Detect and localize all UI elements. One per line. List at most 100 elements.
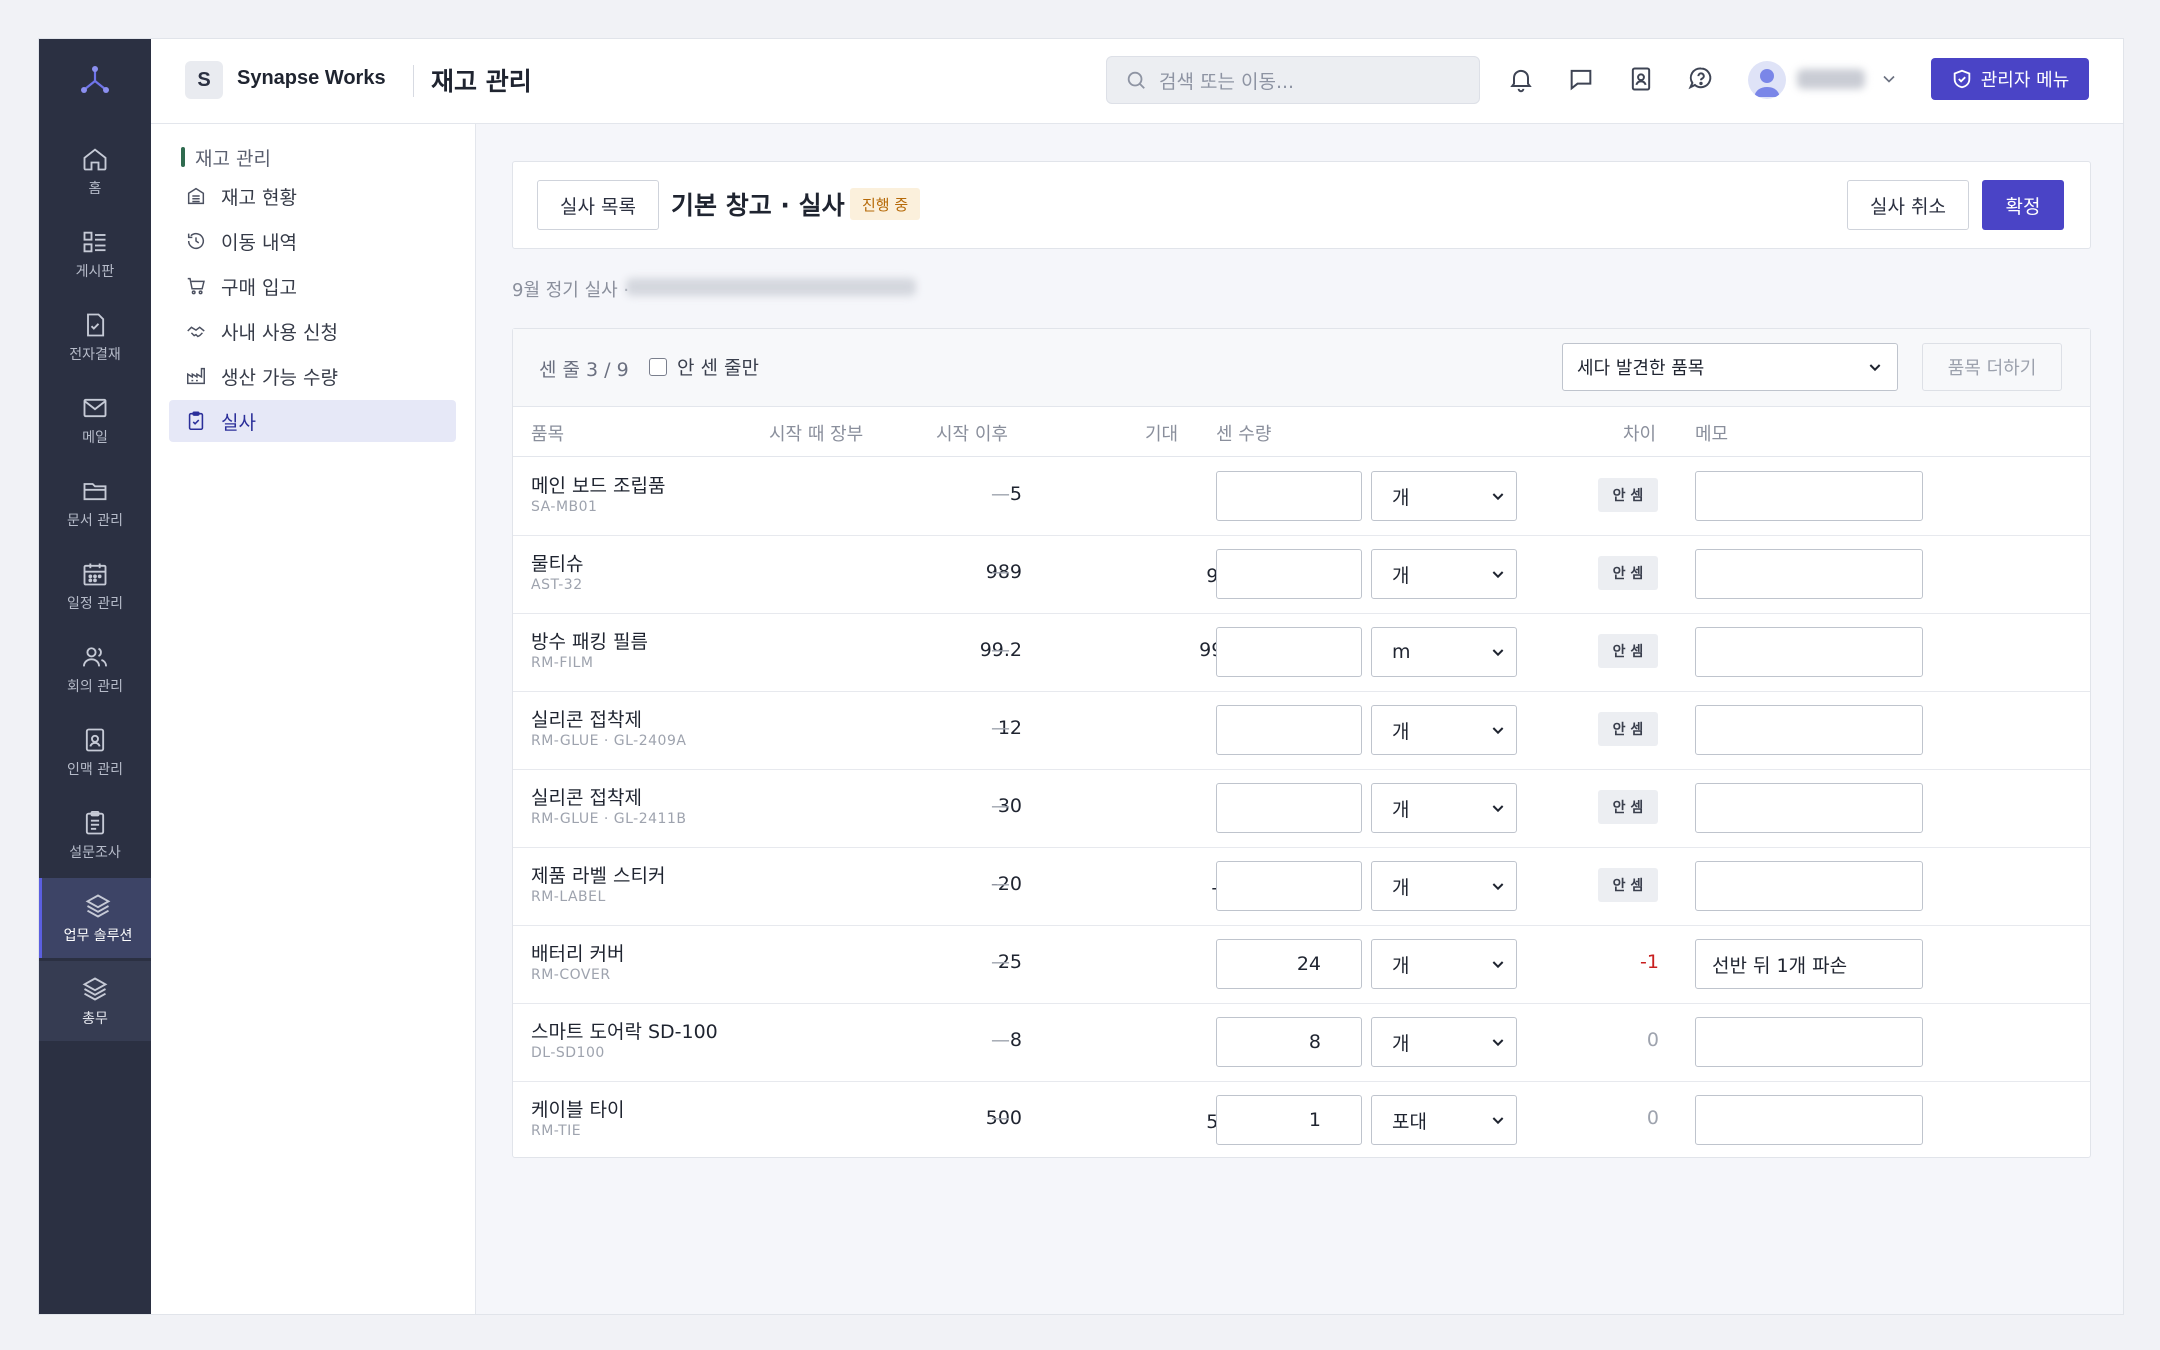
memo-input[interactable] [1695, 627, 1923, 677]
column-header-since-start: 시작 이후 [936, 424, 1008, 445]
sidebar-item-purchase-receipt[interactable]: 구매 입고 [169, 265, 456, 307]
sidebar-item-label: 구매 입고 [221, 276, 297, 299]
unit-select-value: m [1392, 641, 1411, 663]
cancel-audit-button[interactable]: 실사 취소 [1847, 180, 1969, 230]
add-item-button[interactable]: 품목 더하기 [1922, 343, 2062, 391]
unit-select[interactable]: 개 [1371, 705, 1517, 755]
avatar[interactable] [1748, 61, 1786, 99]
book-start-value: 5 [1009, 483, 1022, 505]
sidebar-item-internal-use-request[interactable]: 사내 사용 신청 [169, 310, 456, 352]
unit-select[interactable]: 개 [1371, 861, 1517, 911]
counted-quantity-input[interactable] [1216, 627, 1362, 677]
admin-menu-button[interactable]: 관리자 메뉴 [1931, 58, 2089, 100]
search-input[interactable]: 검색 또는 이동... [1106, 56, 1480, 104]
handshake-icon [187, 326, 205, 338]
app-window: 홈 게시판 전자결재 메일 문서 관리 일정 관리 회의 관리 인맥 관리 설문… [38, 38, 2124, 1315]
memo-input[interactable] [1695, 471, 1923, 521]
memo-input[interactable]: 선반 뒤 1개 파손 [1695, 939, 1923, 989]
unit-select[interactable]: 개 [1371, 783, 1517, 833]
unit-select[interactable]: 개 [1371, 471, 1517, 521]
since-start-value: — [991, 717, 1010, 739]
sidebar-item-stocktake[interactable]: 실사 [169, 400, 456, 442]
rail-item-board[interactable]: 게시판 [39, 214, 151, 294]
rail-item-home[interactable]: 홈 [39, 131, 151, 211]
counted-quantity-input[interactable] [1216, 783, 1362, 833]
item-name: 방수 패킹 필름 [531, 631, 648, 653]
workspace-badge[interactable]: S [185, 61, 223, 99]
unit-select[interactable]: 포대 [1371, 1095, 1517, 1145]
unit-select[interactable]: 개 [1371, 549, 1517, 599]
rail-item-general-affairs[interactable]: 총무 [39, 961, 151, 1041]
chevron-down-icon [1869, 364, 1881, 372]
rail-item-mail[interactable]: 메일 [39, 380, 151, 460]
chat-icon[interactable] [1567, 65, 1599, 97]
workspace-name[interactable]: Synapse Works [237, 67, 386, 90]
item-sku: RM-GLUE · GL-2411B [531, 811, 687, 827]
sidebar-item-movement-history[interactable]: 이동 내역 [169, 220, 456, 262]
counted-quantity-input[interactable] [1216, 471, 1362, 521]
memo-input[interactable] [1695, 705, 1923, 755]
memo-input[interactable] [1695, 783, 1923, 833]
chevron-down-icon [1492, 805, 1504, 813]
section-sidebar: 재고 관리 재고 현황 이동 내역 구매 입고 사내 사용 신청 생산 가능 수… [151, 124, 476, 1314]
audit-list-button[interactable]: 실사 목록 [537, 180, 659, 230]
chevron-down-icon [1492, 493, 1504, 501]
stock-icon [187, 187, 205, 205]
counted-quantity-input[interactable] [1216, 705, 1362, 755]
contact-card-icon[interactable] [1627, 65, 1659, 97]
uncounted-badge: 안 셈 [1598, 634, 1658, 668]
counted-quantity-input[interactable]: 1 [1216, 1095, 1362, 1145]
app-logo-icon[interactable] [75, 61, 115, 101]
memo-input[interactable] [1695, 549, 1923, 599]
counted-quantity-input[interactable]: 8 [1216, 1017, 1362, 1067]
sidebar-item-stock-status[interactable]: 재고 현황 [169, 175, 456, 217]
sidebar-item-producible-quantity[interactable]: 생산 가능 수량 [169, 355, 456, 397]
page-title: 재고 관리 [431, 67, 532, 96]
memo-input[interactable] [1695, 1017, 1923, 1067]
item-sku: DL-SD100 [531, 1045, 605, 1061]
survey-icon [85, 810, 105, 834]
rail-item-calendar[interactable]: 일정 관리 [39, 546, 151, 626]
layers-icon [82, 976, 108, 1001]
rail-item-label: 업무 솔루션 [63, 927, 133, 944]
counted-quantity-input[interactable] [1216, 549, 1362, 599]
rail-item-survey[interactable]: 설문조사 [39, 795, 151, 875]
diff-value: 0 [1646, 1029, 1659, 1051]
calendar-icon [83, 563, 107, 585]
rail-item-label: 게시판 [75, 263, 115, 280]
table-row: 케이블 타이RM-TIE500—500 개1포대0 [513, 1081, 2090, 1159]
counted-quantity-input[interactable] [1216, 861, 1362, 911]
chevron-down-icon[interactable] [1879, 69, 1899, 89]
counted-quantity-input[interactable]: 24 [1216, 939, 1362, 989]
admin-menu-label: 관리자 메뉴 [1980, 70, 2070, 91]
uncounted-only-toggle[interactable]: 안 센 줄만 [649, 353, 759, 380]
unit-select[interactable]: 개 [1371, 1017, 1517, 1067]
checkbox[interactable] [649, 357, 667, 376]
column-header-item: 품목 [531, 424, 565, 445]
audit-subtitle: 9월 정기 실사 · [512, 280, 630, 301]
unit-select-value: 개 [1392, 720, 1410, 743]
item-name: 제품 라벨 스티커 [531, 865, 666, 887]
people-icon [82, 646, 108, 666]
unit-select[interactable]: 개 [1371, 939, 1517, 989]
rail-item-approval[interactable]: 전자결재 [39, 297, 151, 377]
chevron-down-icon [1492, 1039, 1504, 1047]
confirm-button[interactable]: 확정 [1982, 180, 2064, 230]
user-name-redacted[interactable] [1797, 69, 1865, 89]
sidebar-item-label: 이동 내역 [221, 231, 297, 254]
bell-icon[interactable] [1507, 65, 1539, 97]
rail-item-meetings[interactable]: 회의 관리 [39, 629, 151, 709]
memo-input[interactable] [1695, 1095, 1923, 1145]
found-item-select[interactable]: 세다 발견한 품목 [1562, 343, 1898, 391]
memo-input[interactable] [1695, 861, 1923, 911]
rail-item-documents[interactable]: 문서 관리 [39, 463, 151, 543]
unit-select[interactable]: m [1371, 627, 1517, 677]
rail-item-work-solutions[interactable]: 업무 솔루션 [39, 878, 154, 958]
rail-item-label: 일정 관리 [67, 595, 123, 612]
help-icon[interactable] [1687, 65, 1719, 97]
stocktake-table-card: 센 줄 3 / 9 안 센 줄만 세다 발견한 품목 품목 더하기 품목 시작 … [512, 328, 2091, 1158]
search-placeholder: 검색 또는 이동... [1159, 70, 1295, 93]
item-name: 메인 보드 조립품 [531, 475, 666, 497]
folder-icon [83, 482, 107, 500]
rail-item-contacts[interactable]: 인맥 관리 [39, 712, 151, 792]
